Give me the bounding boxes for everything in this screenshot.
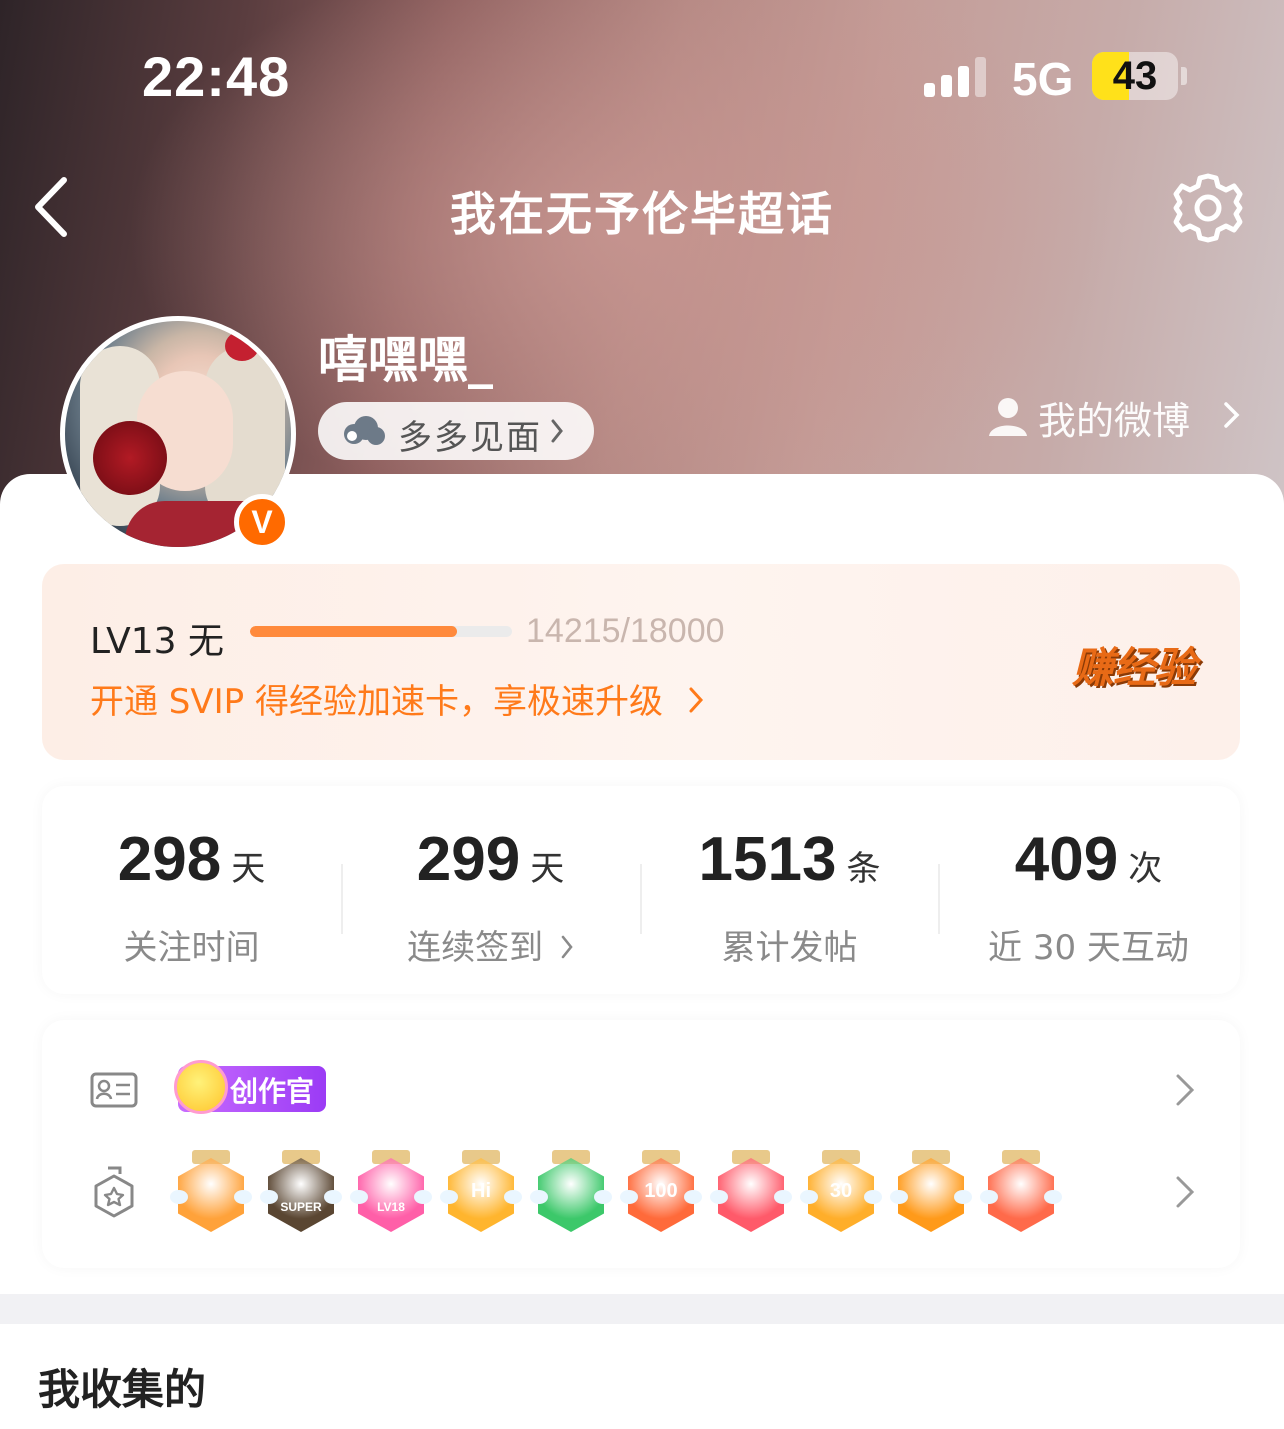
network-label: 5G [1012,53,1074,105]
stat-label: 累计发帖 [721,928,858,968]
my-weibo-label: 我的微博 [1038,399,1191,443]
gear-icon [1173,173,1243,243]
chevron-right-icon[interactable] [1174,1072,1196,1108]
stat-value: 299 [416,825,521,894]
stat-unit: 条 [846,849,881,889]
page-title: 我在无予伦毕超话 [450,187,834,241]
status-time: 22:48 [142,45,291,108]
level-label: LV13 无 [90,621,224,662]
trophy-medal-icon [710,1150,792,1234]
chevron-right-icon [561,935,573,959]
crown-medal-icon [170,1150,252,1234]
stat-follow-time: 298 天 关注时间 [42,786,341,994]
group-pill-button[interactable]: 多多见面 [318,402,594,460]
stat-posts: 1513 条 累计发帖 [640,786,939,994]
battery-tip [1181,67,1187,85]
level-progress-fill [250,626,457,637]
section-gap [0,1294,1284,1324]
stat-value: 1513 [698,825,837,894]
person-icon [989,398,1027,436]
hand-medal-icon [530,1150,612,1234]
svip-promo-text: 开通 SVIP 得经验加速卡，享极速升级 [90,682,663,722]
stat-value: 298 [117,825,222,894]
creator-badge[interactable]: 创作官 [174,1060,326,1114]
cloud-icon [344,416,385,445]
chevron-right-icon [1224,402,1240,428]
level-progress-bar [250,626,512,637]
group-label: 多多见面 [398,418,542,458]
rock-medal-icon [980,1150,1062,1234]
verified-badge: V [234,494,290,550]
battery-icon: 43 [1092,52,1178,100]
30-days-medal-icon: 30 [800,1150,882,1234]
cheer-medal-icon [890,1150,972,1234]
username: 嘻嘿嘿_ [318,331,493,389]
stat-label: 近 30 天互动 [988,928,1189,968]
stats-card: 298 天 关注时间 299 天 连续签到 1513 条 累计发帖 409 次 近 30… [42,786,1240,994]
level-card[interactable]: LV13 无 14215/18000 开通 SVIP 得经验加速卡，享极速升级 … [42,564,1240,760]
medal-text: Hi [471,1180,491,1202]
creator-label: 创作官 [230,1075,315,1108]
id-card-icon [90,1072,138,1108]
medal-text: 100 [644,1180,678,1202]
stat-unit: 天 [231,849,266,889]
chick-icon [174,1060,228,1114]
100-days-medal-icon: 100 [620,1150,702,1234]
medal-text: SUPER [280,1200,322,1214]
stat-label: 连续签到 [341,920,640,969]
stat-unit: 次 [1128,849,1163,889]
svip-promo-link[interactable]: 开通 SVIP 得经验加速卡，享极速升级 [90,674,704,723]
stat-interactions: 409 次 近 30 天互动 [939,786,1238,994]
back-button[interactable] [28,170,84,244]
chevron-right-icon [689,687,703,713]
section-title: 我收集的 [38,1365,207,1414]
lv18-medal-icon: LV18 [350,1150,432,1234]
medal-text: 30 [829,1180,853,1202]
chevron-left-icon [35,177,67,237]
stat-unit: 天 [530,849,565,889]
settings-button[interactable] [1168,168,1248,248]
hi-medal-icon: Hi [440,1150,522,1234]
stat-checkin[interactable]: 299 天 连续签到 [341,786,640,994]
battery-level: 43 [1112,54,1158,98]
medal-text: LV18 [377,1200,405,1214]
level-exp-text: 14215/18000 [526,612,725,650]
signal-icon [924,55,992,97]
chevron-right-icon [551,419,563,443]
super-medal-icon: SUPER [260,1150,342,1234]
earn-exp-button[interactable]: 赚经验 [1072,634,1196,695]
chevron-right-icon[interactable] [1174,1174,1196,1210]
stat-value: 409 [1014,825,1119,894]
medal-shield-icon [94,1166,134,1218]
stat-label: 关注时间 [123,928,260,968]
